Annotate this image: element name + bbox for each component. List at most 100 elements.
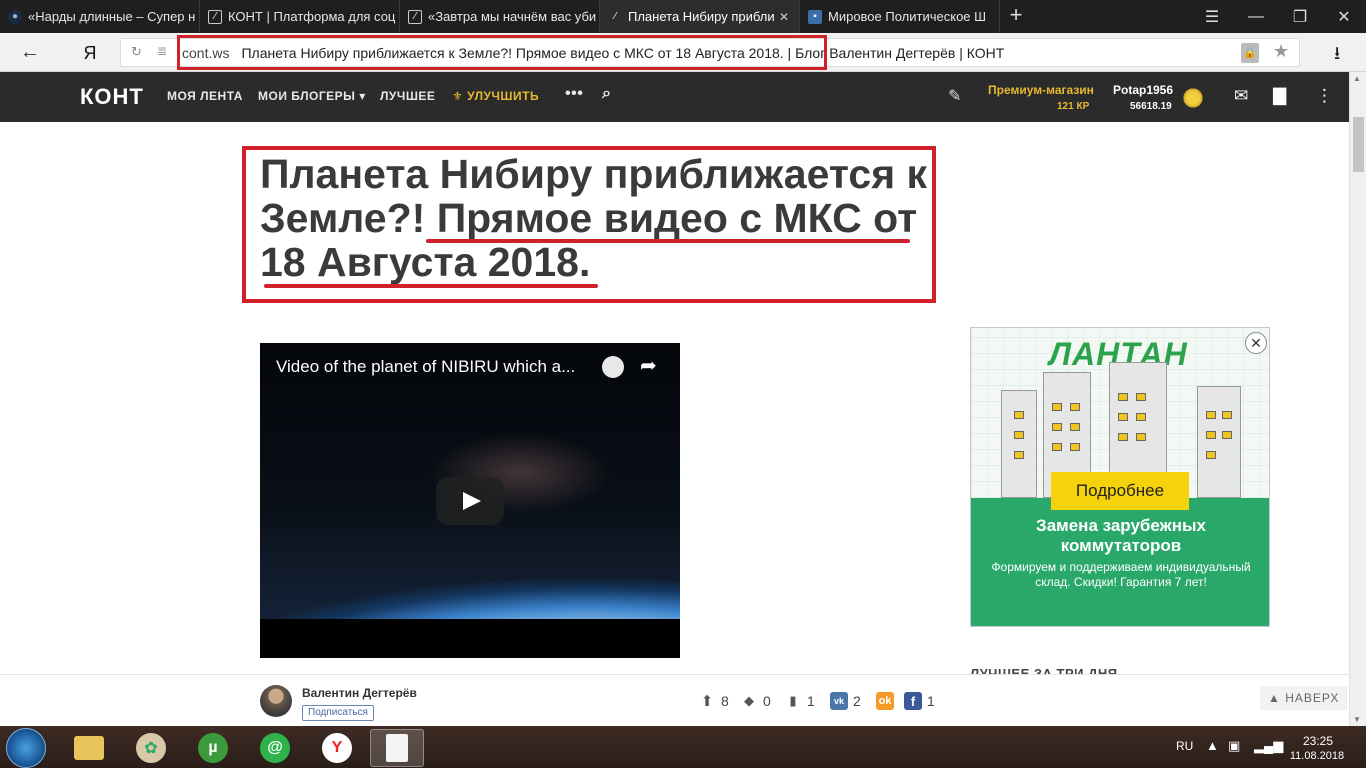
turtle-stat[interactable]: ◆ 0	[740, 688, 771, 714]
url-highlight-annotation	[177, 35, 827, 70]
title-underline-annotation	[264, 284, 598, 288]
fb-count: 1	[927, 693, 935, 709]
fb-share[interactable]: f1	[904, 688, 935, 714]
taskbar-yandex-browser[interactable]: Y	[310, 729, 364, 767]
nav-improve[interactable]: ⚜ УЛУЧШИТЬ	[452, 89, 539, 103]
switch-device-image	[1001, 390, 1037, 498]
vk-icon: vk	[830, 692, 848, 710]
tray-expand-icon[interactable]: ▲	[1206, 738, 1219, 753]
turtle-icon: ◆	[744, 693, 754, 708]
minimize-icon[interactable]: —	[1234, 0, 1278, 33]
maximize-icon[interactable]: ❐	[1278, 0, 1322, 33]
search-icon[interactable]: ⌕	[602, 85, 611, 103]
upvote-stat[interactable]: ⬆ 8	[698, 688, 729, 714]
author-avatar[interactable]	[260, 685, 292, 717]
taskbar-explorer[interactable]	[62, 729, 116, 767]
ad-close-icon[interactable]: ✕	[1245, 332, 1267, 354]
back-arrow-icon[interactable]: ←	[18, 41, 42, 65]
lock-icon[interactable]: 🔒	[1241, 43, 1259, 63]
ad-subtext: Формируем и поддерживаем индивидуальный …	[991, 560, 1251, 589]
tab-world-politics[interactable]: ▪ Мировое Политическое Ш	[800, 0, 1000, 33]
clock-date[interactable]: 11.08.2018	[1284, 750, 1350, 762]
tab-title: «Завтра мы начнём вас уби	[428, 9, 597, 24]
bookmark-stat[interactable]: ▮ 1	[784, 688, 815, 714]
watch-later-clock-icon[interactable]	[602, 356, 624, 378]
user-name[interactable]: Potap1956	[1113, 83, 1173, 97]
ok-share[interactable]: ok	[876, 688, 899, 714]
scroll-thumb[interactable]	[1353, 117, 1364, 172]
signal-bars-icon[interactable]: ▂▄▆	[1254, 738, 1283, 754]
at-sign-icon: @	[260, 733, 290, 763]
taskbar-utorrent[interactable]: µ	[186, 729, 240, 767]
premium-shop-link[interactable]: Премиум-магазин	[988, 83, 1094, 97]
kont-icon: ⁄	[408, 9, 422, 24]
scroll-down-icon[interactable]: ▼	[1353, 715, 1361, 724]
back-to-top-button[interactable]: ▲ НАВЕРХ	[1260, 686, 1348, 710]
tab-zavtra[interactable]: ⁄ «Завтра мы начнём вас уби	[400, 0, 600, 33]
author-name[interactable]: Валентин Дегтерёв	[302, 686, 417, 700]
arrow-up-icon: ⬆	[700, 693, 714, 710]
site-logo[interactable]: КОНТ	[80, 84, 144, 110]
scroll-up-icon[interactable]: ▲	[1353, 74, 1361, 83]
facebook-icon: f	[904, 692, 922, 710]
tab-title: Планета Нибиру прибли	[628, 9, 775, 24]
bookmark-count: 1	[807, 693, 815, 709]
menu-icon[interactable]: ☰	[1190, 0, 1234, 33]
back-to-top-label: НАВЕРХ	[1285, 691, 1340, 705]
kebab-menu-icon[interactable]: ⋮	[1316, 86, 1333, 106]
taskbar-notepad[interactable]	[370, 729, 424, 767]
article-title: Планета Нибиру приближается к Земле?! Пр…	[260, 152, 940, 284]
chat-icon[interactable]: ▇	[1273, 86, 1286, 106]
download-icon[interactable]: ⭳	[1334, 41, 1340, 71]
clock-time[interactable]: 23:25	[1296, 734, 1340, 748]
ad-banner[interactable]: ЛАНТАН ✕ Замена зарубежных коммутаторов …	[970, 327, 1270, 627]
tab-nibiru-active[interactable]: ⁄ Планета Нибиру прибли ✕	[600, 0, 800, 33]
video-bottom-bar	[260, 619, 680, 658]
reload-icon[interactable]: ↻	[131, 44, 142, 60]
document-icon	[386, 734, 408, 762]
tab-kont-platform[interactable]: ⁄ КОНТ | Платформа для соц	[200, 0, 400, 33]
palette-icon: ✿	[136, 733, 166, 763]
yandex-logo[interactable]: Я	[80, 41, 100, 65]
tab-title: КОНТ | Платформа для соц	[228, 9, 396, 24]
turtle-count: 0	[763, 693, 771, 709]
close-tab-icon[interactable]: ✕	[775, 10, 793, 24]
shop-kp: 121 КР	[1057, 101, 1090, 112]
article-footer-bar: Валентин Дегтерёв Подписаться ⬆ 8 ◆ 0 ▮ 1 v…	[0, 674, 1349, 726]
new-tab-icon[interactable]: +	[1004, 4, 1028, 28]
nav-my-bloggers[interactable]: МОИ БЛОГЕРЫ ▾	[258, 89, 366, 103]
video-title[interactable]: Video of the planet of NIBIRU which a...	[276, 357, 575, 377]
start-button[interactable]	[6, 728, 46, 768]
windows-taskbar: ✿ µ @ Y RU ▲ ▣ ▂▄▆ 23:25 11.08.2018	[0, 726, 1366, 768]
site-icon: ▪	[808, 9, 822, 24]
tab-title: Мировое Политическое Ш	[828, 9, 987, 24]
caret-up-icon: ▲	[1268, 691, 1281, 705]
taskbar-mail-agent[interactable]: @	[248, 729, 302, 767]
page-scrollbar[interactable]: ▲ ▼	[1349, 72, 1366, 726]
reader-mode-icon[interactable]: ≣	[157, 44, 167, 58]
yandex-browser-icon: Y	[322, 733, 352, 763]
play-button[interactable]	[436, 477, 504, 525]
nav-improve-label: УЛУЧШИТЬ	[467, 89, 540, 103]
mail-icon[interactable]: ✉	[1234, 86, 1248, 106]
user-score: 56618.19	[1130, 101, 1172, 112]
language-indicator[interactable]: RU	[1176, 739, 1193, 753]
nav-best[interactable]: ЛУЧШЕЕ	[380, 89, 435, 103]
close-window-icon[interactable]: ✕	[1322, 0, 1366, 33]
share-arrow-icon[interactable]: ➦	[640, 353, 657, 378]
pencil-icon[interactable]: ✎	[948, 86, 961, 106]
tray-device-icon[interactable]: ▣	[1228, 738, 1240, 754]
eagle-icon: ⚜	[452, 89, 464, 103]
tab-nardy[interactable]: ● «Нарды длинные – Супер н	[0, 0, 200, 33]
bookmark-star-icon[interactable]: ★	[1273, 41, 1289, 62]
vk-count: 2	[853, 693, 861, 709]
vk-share[interactable]: vk 2	[830, 688, 861, 714]
user-avatar-sun-icon[interactable]	[1178, 83, 1208, 113]
taskbar-paint[interactable]: ✿	[124, 729, 178, 767]
ad-more-button[interactable]: Подробнее	[1051, 472, 1189, 510]
title-underline-annotation	[426, 239, 910, 243]
more-dots-icon[interactable]: •••	[565, 85, 583, 103]
nav-my-feed[interactable]: МОЯ ЛЕНТА	[167, 89, 243, 103]
subscribe-button[interactable]: Подписаться	[302, 705, 374, 721]
video-player[interactable]: Video of the planet of NIBIRU which a...…	[260, 343, 680, 658]
